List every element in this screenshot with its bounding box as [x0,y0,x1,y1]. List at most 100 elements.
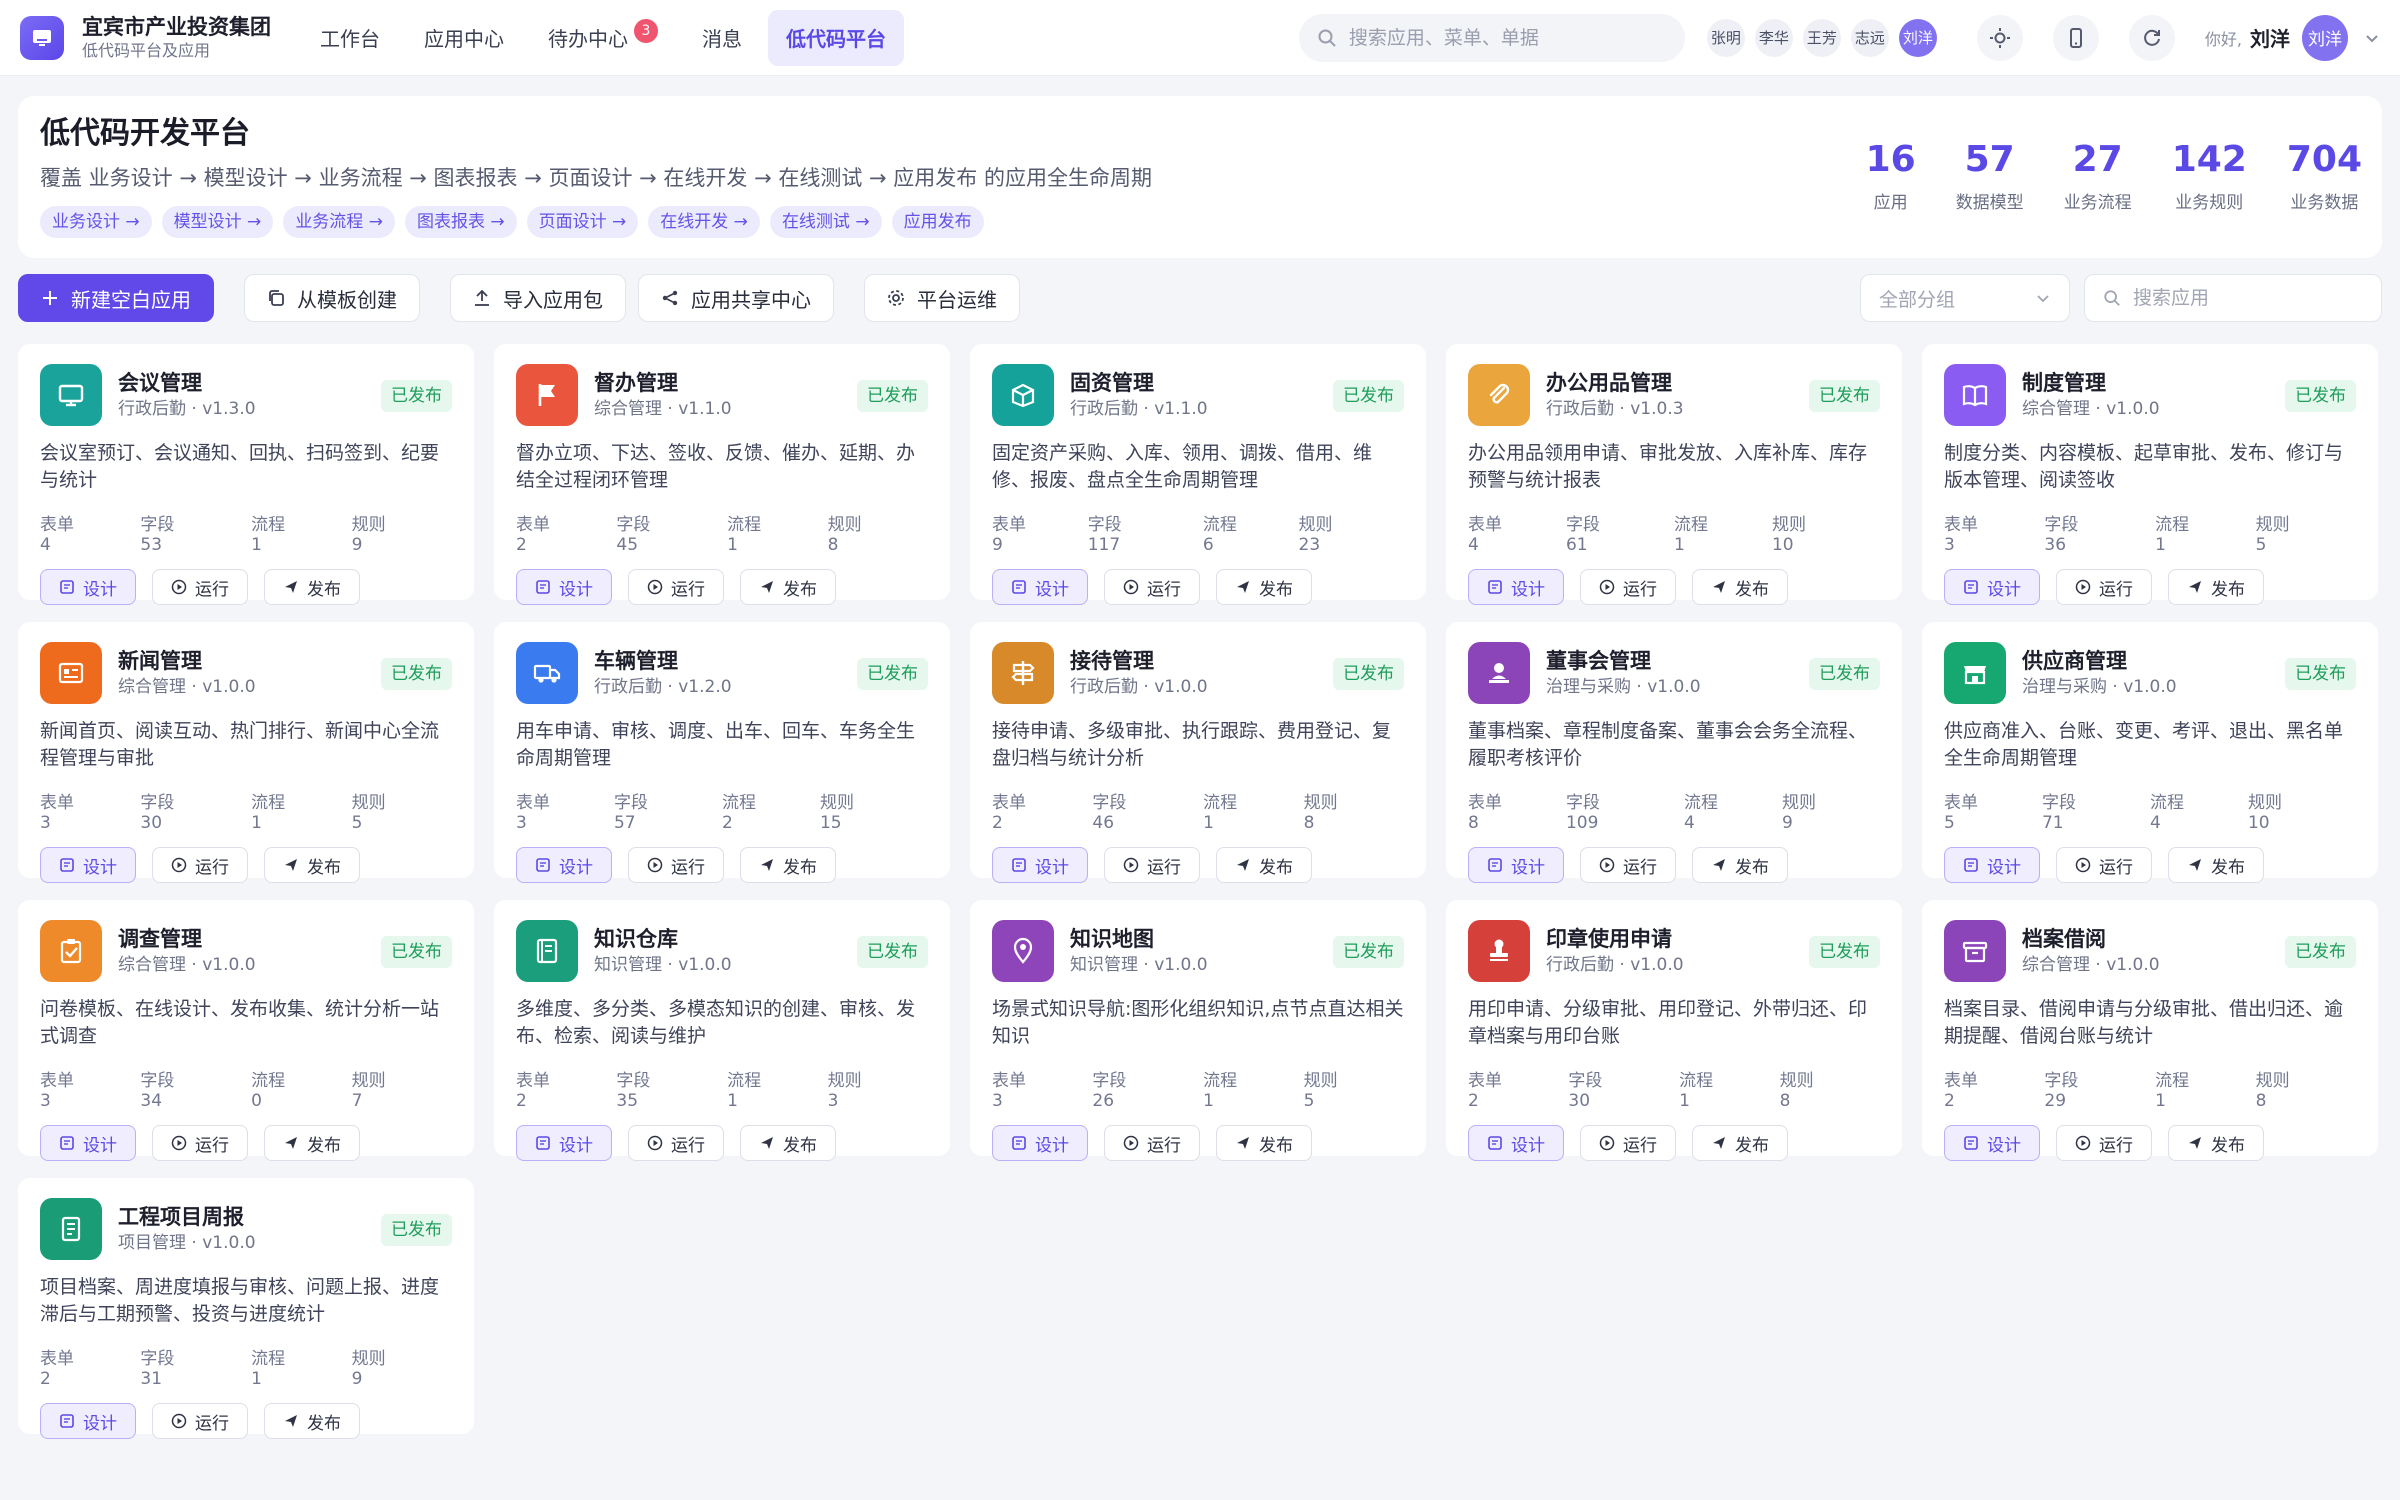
publish-button[interactable]: 发布 [2168,1125,2264,1161]
app-card[interactable]: 知识仓库 知识管理 · v1.0.0 已发布 多维度、多分类、多模态知识的创建、… [494,900,950,1161]
run-button[interactable]: 运行 [1580,847,1676,883]
design-button[interactable]: 设计 [40,1125,136,1161]
publish-button[interactable]: 发布 [1692,847,1788,883]
design-button[interactable]: 设计 [992,569,1088,605]
app-name[interactable]: 督办管理 [594,369,732,397]
brand[interactable]: 宜宾市产业投资集团 低代码平台及应用 [20,14,302,62]
design-button[interactable]: 设计 [516,569,612,605]
app-card[interactable]: 董事会管理 治理与采购 · v1.0.0 已发布 董事档案、章程制度备案、董事会… [1446,622,1902,883]
run-button[interactable]: 运行 [152,1125,248,1161]
publish-button[interactable]: 发布 [264,1403,360,1439]
mobile-preview-button[interactable] [2052,14,2099,61]
app-name[interactable]: 董事会管理 [1546,647,1701,675]
run-button[interactable]: 运行 [1580,569,1676,605]
run-button[interactable]: 运行 [628,847,724,883]
publish-button[interactable]: 发布 [264,1125,360,1161]
lifecycle-tag[interactable]: 页面设计 → [526,206,639,238]
app-card[interactable]: 督办管理 综合管理 · v1.1.0 已发布 督办立项、下达、签收、反馈、催办、… [494,344,950,605]
app-name[interactable]: 印章使用申请 [1546,925,1684,953]
publish-button[interactable]: 发布 [2168,847,2264,883]
run-button[interactable]: 运行 [628,569,724,605]
online-user-avatar-current[interactable]: 刘洋 [1898,18,1937,57]
publish-button[interactable]: 发布 [1216,1125,1312,1161]
app-card[interactable]: 接待管理 行政后勤 · v1.0.0 已发布 接待申请、多级审批、执行跟踪、费用… [970,622,1426,883]
online-user-avatar[interactable]: 张明 [1706,18,1745,57]
nav-app-center[interactable]: 应用中心 [406,10,522,66]
app-card[interactable]: 会议管理 行政后勤 · v1.3.0 已发布 会议室预订、会议通知、回执、扫码签… [18,344,474,605]
create-from-template-button[interactable]: 从模板创建 [244,274,420,322]
run-button[interactable]: 运行 [1580,1125,1676,1161]
lifecycle-tag[interactable]: 模型设计 → [161,206,274,238]
run-button[interactable]: 运行 [2056,569,2152,605]
run-button[interactable]: 运行 [152,847,248,883]
design-button[interactable]: 设计 [40,569,136,605]
app-card[interactable]: 新闻管理 综合管理 · v1.0.0 已发布 新闻首页、阅读互动、热门排行、新闻… [18,622,474,883]
design-button[interactable]: 设计 [1468,1125,1564,1161]
user-menu[interactable]: 你好, 刘洋 刘洋 [2205,14,2380,61]
publish-button[interactable]: 发布 [2168,569,2264,605]
global-search-input[interactable] [1348,26,1649,49]
online-user-avatar[interactable]: 王芳 [1802,18,1841,57]
run-button[interactable]: 运行 [2056,1125,2152,1161]
publish-button[interactable]: 发布 [740,569,836,605]
design-button[interactable]: 设计 [40,1403,136,1439]
publish-button[interactable]: 发布 [264,569,360,605]
design-button[interactable]: 设计 [1468,847,1564,883]
app-name[interactable]: 新闻管理 [118,647,256,675]
app-share-center-button[interactable]: 应用共享中心 [638,274,834,322]
app-name[interactable]: 档案借阅 [2022,925,2160,953]
online-user-avatar[interactable]: 志远 [1850,18,1889,57]
lifecycle-tag[interactable]: 应用发布 [891,206,984,238]
app-card[interactable]: 供应商管理 治理与采购 · v1.0.0 已发布 供应商准入、台账、变更、考评、… [1922,622,2378,883]
run-button[interactable]: 运行 [152,569,248,605]
publish-button[interactable]: 发布 [1216,569,1312,605]
refresh-button[interactable] [2128,14,2175,61]
design-button[interactable]: 设计 [992,847,1088,883]
app-card[interactable]: 知识地图 知识管理 · v1.0.0 已发布 场景式知识导航:图形化组织知识,点… [970,900,1426,1161]
design-button[interactable]: 设计 [1944,1125,2040,1161]
global-search[interactable] [1298,13,1685,62]
app-name[interactable]: 接待管理 [1070,647,1208,675]
design-button[interactable]: 设计 [1468,569,1564,605]
app-card[interactable]: 车辆管理 行政后勤 · v1.2.0 已发布 用车申请、审核、调度、出车、回车、… [494,622,950,883]
app-card[interactable]: 档案借阅 综合管理 · v1.0.0 已发布 档案目录、借阅申请与分级审批、借出… [1922,900,2378,1161]
import-app-package-button[interactable]: 导入应用包 [450,274,626,322]
platform-ops-button[interactable]: 平台运维 [864,274,1020,322]
run-button[interactable]: 运行 [628,1125,724,1161]
app-name[interactable]: 工程项目周报 [118,1203,256,1231]
publish-button[interactable]: 发布 [1216,847,1312,883]
run-button[interactable]: 运行 [2056,847,2152,883]
run-button[interactable]: 运行 [1104,569,1200,605]
publish-button[interactable]: 发布 [264,847,360,883]
app-name[interactable]: 知识仓库 [594,925,732,953]
run-button[interactable]: 运行 [1104,847,1200,883]
publish-button[interactable]: 发布 [740,847,836,883]
app-search[interactable] [2084,274,2382,322]
design-button[interactable]: 设计 [516,1125,612,1161]
lifecycle-tag[interactable]: 在线开发 → [648,206,760,238]
app-name[interactable]: 车辆管理 [594,647,732,675]
app-card[interactable]: 制度管理 综合管理 · v1.0.0 已发布 制度分类、内容模板、起草审批、发布… [1922,344,2378,605]
app-card[interactable]: 办公用品管理 行政后勤 · v1.0.3 已发布 办公用品领用申请、审批发放、入… [1446,344,1902,605]
app-name[interactable]: 供应商管理 [2022,647,2177,675]
lifecycle-tag[interactable]: 在线测试 → [769,206,882,238]
app-name[interactable]: 知识地图 [1070,925,1208,953]
chevron-down-icon[interactable] [2364,30,2380,46]
app-name[interactable]: 会议管理 [118,369,256,397]
nav-todo-center[interactable]: 待办中心 3 [530,10,676,66]
theme-button[interactable] [1976,14,2023,61]
app-name[interactable]: 制度管理 [2022,369,2160,397]
app-name[interactable]: 办公用品管理 [1546,369,1684,397]
new-blank-app-button[interactable]: 新建空白应用 [18,274,214,322]
group-filter-select[interactable]: 全部分组 [1860,274,2070,322]
app-card[interactable]: 调查管理 综合管理 · v1.0.0 已发布 问卷模板、在线设计、发布收集、统计… [18,900,474,1161]
publish-button[interactable]: 发布 [1692,569,1788,605]
publish-button[interactable]: 发布 [1692,1125,1788,1161]
publish-button[interactable]: 发布 [740,1125,836,1161]
app-card[interactable]: 工程项目周报 项目管理 · v1.0.0 已发布 项目档案、周进度填报与审核、问… [18,1178,474,1439]
app-card[interactable]: 固资管理 行政后勤 · v1.1.0 已发布 固定资产采购、入库、领用、调拨、借… [970,344,1426,605]
design-button[interactable]: 设计 [40,847,136,883]
design-button[interactable]: 设计 [516,847,612,883]
online-user-avatar[interactable]: 李华 [1754,18,1793,57]
nav-workbench[interactable]: 工作台 [302,10,398,66]
